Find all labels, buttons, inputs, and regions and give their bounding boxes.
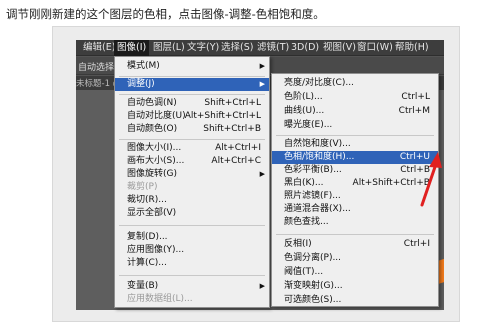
red-arrow-icon bbox=[420, 152, 442, 207]
